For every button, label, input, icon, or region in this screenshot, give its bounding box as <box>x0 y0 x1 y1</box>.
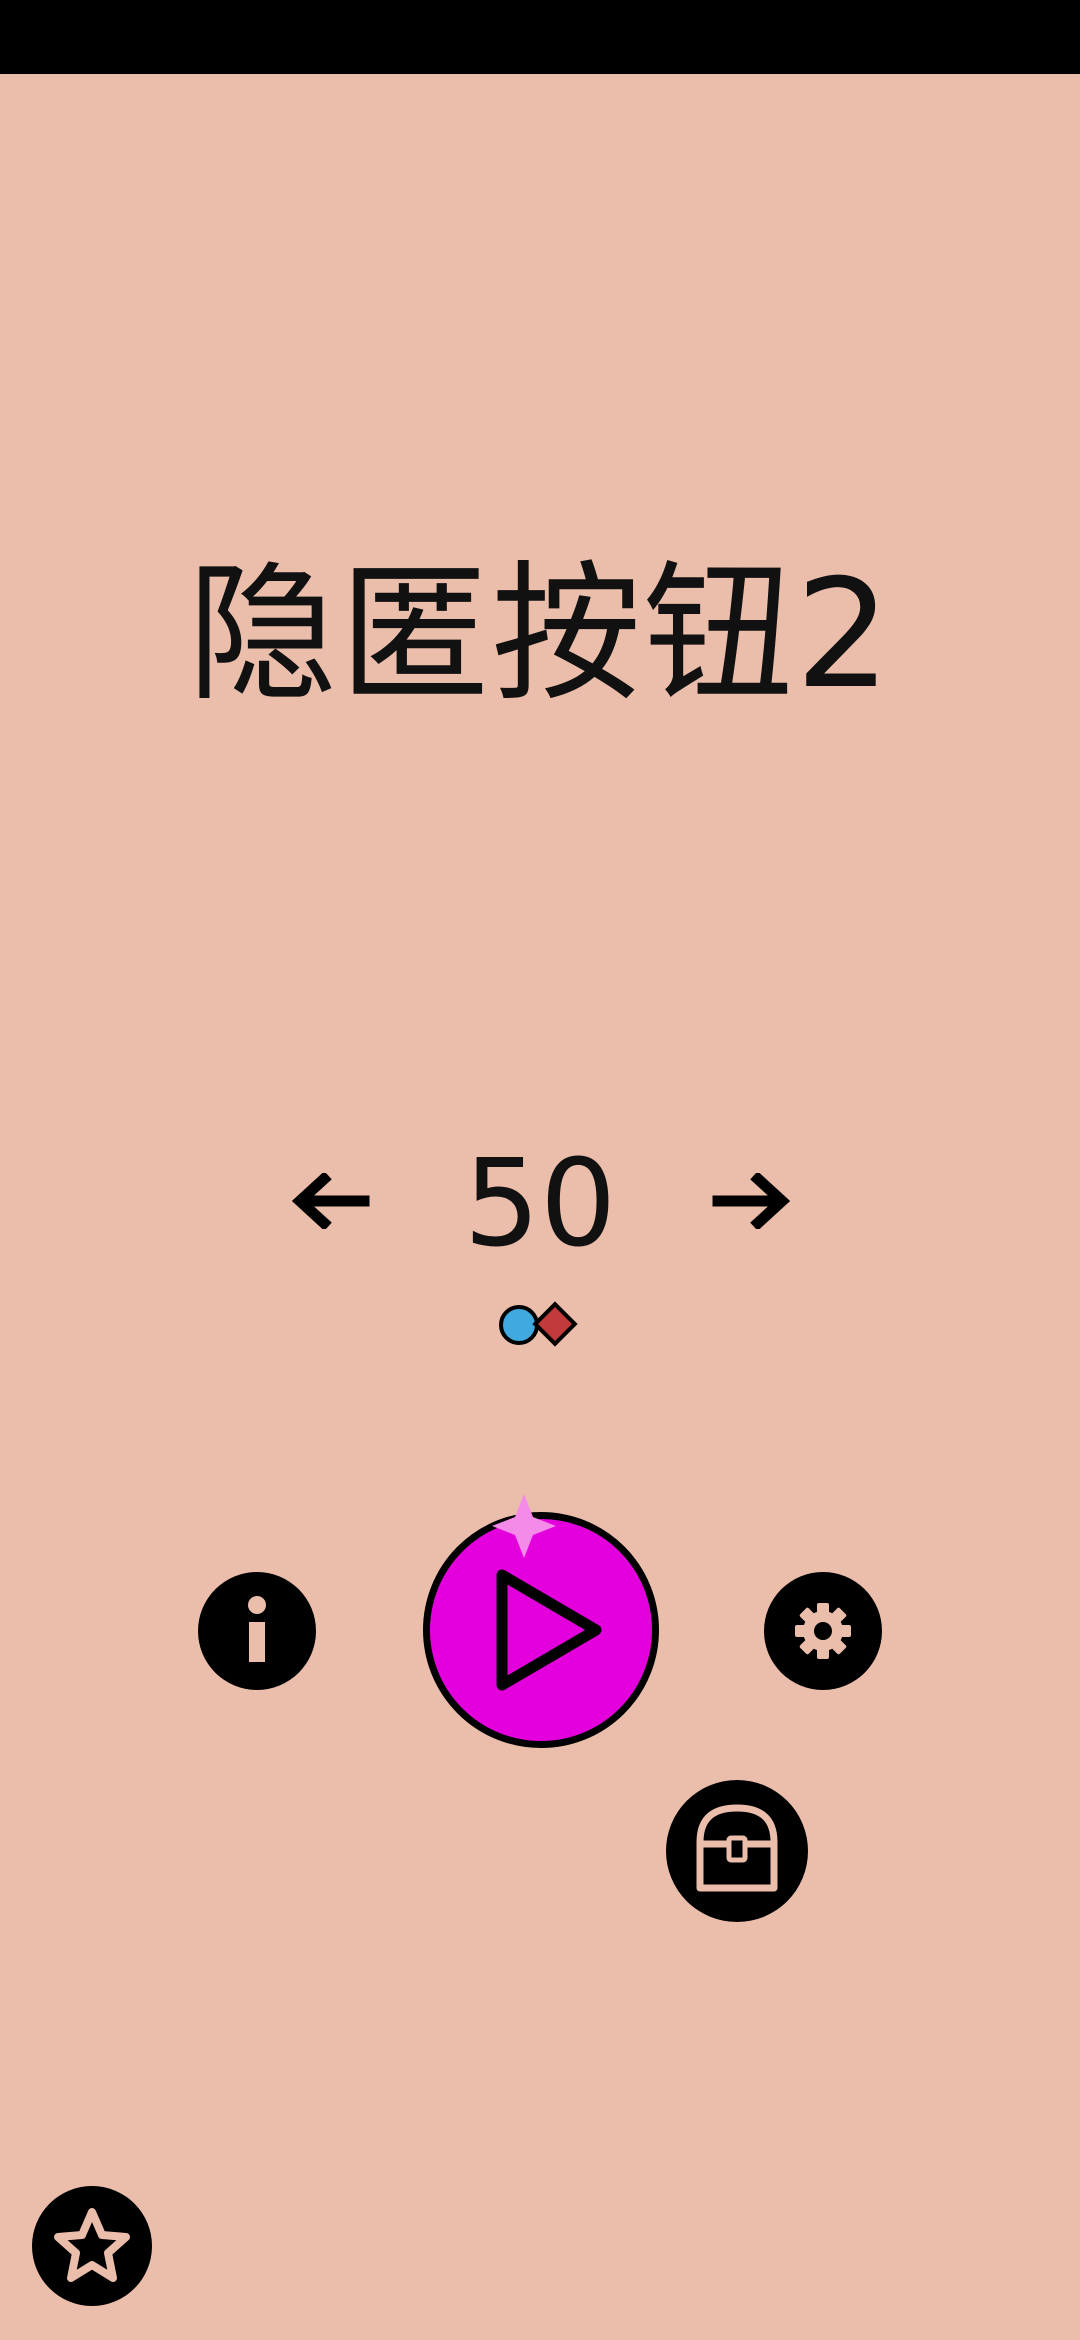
red-diamond-icon <box>532 1301 578 1347</box>
arrow-right-icon <box>712 1173 791 1229</box>
status-bar <box>0 0 1080 74</box>
next-level-button[interactable] <box>707 1156 797 1246</box>
info-icon <box>248 1596 266 1662</box>
collectibles-indicator <box>499 1301 578 1347</box>
star-icon <box>54 2208 130 2282</box>
treasure-chest-icon <box>696 1804 778 1892</box>
arrow-left-icon <box>291 1173 370 1229</box>
blue-circle-icon <box>499 1305 539 1345</box>
level-selector: 50 <box>0 1140 1080 1270</box>
game-title: 隐匿按钮2 <box>187 548 893 722</box>
rate-button[interactable] <box>32 2186 152 2306</box>
info-button[interactable] <box>198 1572 316 1690</box>
previous-level-button[interactable] <box>285 1156 375 1246</box>
level-number: 50 <box>463 1135 617 1274</box>
settings-button[interactable] <box>764 1572 882 1690</box>
gear-icon <box>795 1603 851 1659</box>
treasure-chest-button[interactable] <box>666 1780 808 1922</box>
sparkle-icon <box>492 1494 556 1558</box>
